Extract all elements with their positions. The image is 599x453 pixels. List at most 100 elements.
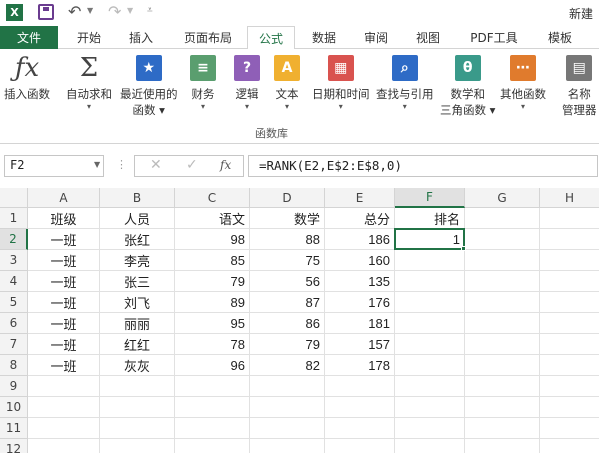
cell-d9[interactable]: [250, 376, 325, 397]
cell-b6[interactable]: 丽丽: [100, 313, 175, 334]
cell-f12[interactable]: [395, 439, 465, 453]
tab-insert[interactable]: 插入: [118, 26, 164, 49]
logical-button[interactable]: ? 逻辑 ▾: [232, 53, 262, 112]
tab-file[interactable]: 文件: [0, 26, 58, 49]
cell-g10[interactable]: [465, 397, 540, 418]
cell-d4[interactable]: 56: [250, 271, 325, 292]
cell-g12[interactable]: [465, 439, 540, 453]
cell-d11[interactable]: [250, 418, 325, 439]
cell-c5[interactable]: 89: [175, 292, 250, 313]
tab-template[interactable]: 模板: [536, 26, 584, 49]
cell-c8[interactable]: 96: [175, 355, 250, 376]
cell-b8[interactable]: 灰灰: [100, 355, 175, 376]
cell-c3[interactable]: 85: [175, 250, 250, 271]
row-header-7[interactable]: 7: [0, 334, 28, 355]
cell-h4[interactable]: [540, 271, 599, 292]
cell-g7[interactable]: [465, 334, 540, 355]
column-header-d[interactable]: D: [250, 188, 325, 208]
cell-b10[interactable]: [100, 397, 175, 418]
recent-button[interactable]: ★ 最近使用的 函数 ▾: [120, 53, 178, 118]
cell-b5[interactable]: 刘飞: [100, 292, 175, 313]
tab-view[interactable]: 视图: [404, 26, 452, 49]
row-header-12[interactable]: 12: [0, 439, 28, 453]
name-manager-button[interactable]: ▤ 名称 管理器: [562, 53, 597, 118]
cell-f8[interactable]: [395, 355, 465, 376]
cell-h7[interactable]: [540, 334, 599, 355]
undo-icon[interactable]: ↶: [68, 2, 81, 21]
cell-a8[interactable]: 一班: [28, 355, 100, 376]
cell-e8[interactable]: 178: [325, 355, 395, 376]
text-button[interactable]: A 文本 ▾: [272, 53, 302, 112]
tab-layout[interactable]: 页面布局: [172, 26, 244, 49]
row-header-8[interactable]: 8: [0, 355, 28, 376]
tab-formulas[interactable]: 公式: [247, 26, 295, 50]
cell-h2[interactable]: [540, 229, 599, 250]
cell-a4[interactable]: 一班: [28, 271, 100, 292]
row-header-4[interactable]: 4: [0, 271, 28, 292]
cell-c6[interactable]: 95: [175, 313, 250, 334]
cell-a12[interactable]: [28, 439, 100, 453]
cancel-icon[interactable]: ✕: [150, 157, 162, 173]
row-header-5[interactable]: 5: [0, 292, 28, 313]
cell-d3[interactable]: 75: [250, 250, 325, 271]
cell-b2[interactable]: 张红: [100, 229, 175, 250]
select-all-corner[interactable]: [0, 188, 28, 208]
cell-h6[interactable]: [540, 313, 599, 334]
row-header-10[interactable]: 10: [0, 397, 28, 418]
column-header-h[interactable]: H: [540, 188, 599, 208]
cell-f11[interactable]: [395, 418, 465, 439]
cell-d6[interactable]: 86: [250, 313, 325, 334]
row-header-3[interactable]: 3: [0, 250, 28, 271]
cell-b12[interactable]: [100, 439, 175, 453]
cell-e1[interactable]: 总分: [325, 208, 395, 229]
customize-quick-access-icon[interactable]: ⩡: [147, 5, 153, 16]
enter-icon[interactable]: ✓: [186, 157, 198, 173]
cell-b4[interactable]: 张三: [100, 271, 175, 292]
cell-f1[interactable]: 排名: [395, 208, 465, 229]
cell-d12[interactable]: [250, 439, 325, 453]
cell-h10[interactable]: [540, 397, 599, 418]
tab-data[interactable]: 数据: [300, 26, 348, 49]
cell-c7[interactable]: 78: [175, 334, 250, 355]
cell-g11[interactable]: [465, 418, 540, 439]
cell-d8[interactable]: 82: [250, 355, 325, 376]
cell-f3[interactable]: [395, 250, 465, 271]
cell-a3[interactable]: 一班: [28, 250, 100, 271]
cell-g6[interactable]: [465, 313, 540, 334]
cell-b1[interactable]: 人员: [100, 208, 175, 229]
cell-e3[interactable]: 160: [325, 250, 395, 271]
row-header-1[interactable]: 1: [0, 208, 28, 229]
cell-h5[interactable]: [540, 292, 599, 313]
cell-e5[interactable]: 176: [325, 292, 395, 313]
cell-c9[interactable]: [175, 376, 250, 397]
cell-e10[interactable]: [325, 397, 395, 418]
redo-dropdown-icon[interactable]: ▼: [127, 6, 133, 15]
cell-f5[interactable]: [395, 292, 465, 313]
cell-c1[interactable]: 语文: [175, 208, 250, 229]
cell-e4[interactable]: 135: [325, 271, 395, 292]
cell-h8[interactable]: [540, 355, 599, 376]
insert-function-icon[interactable]: fx: [220, 158, 231, 172]
cell-c10[interactable]: [175, 397, 250, 418]
cell-d5[interactable]: 87: [250, 292, 325, 313]
cell-a10[interactable]: [28, 397, 100, 418]
math-button[interactable]: θ 数学和 三角函数 ▾: [440, 53, 495, 118]
cell-g4[interactable]: [465, 271, 540, 292]
formula-bar-splitter-icon[interactable]: ⋮: [116, 158, 127, 171]
more-button[interactable]: ⋯ 其他函数 ▾: [500, 53, 546, 112]
cell-h1[interactable]: [540, 208, 599, 229]
redo-icon[interactable]: ↷: [108, 2, 121, 21]
cell-d10[interactable]: [250, 397, 325, 418]
cell-b11[interactable]: [100, 418, 175, 439]
row-header-9[interactable]: 9: [0, 376, 28, 397]
cell-d7[interactable]: 79: [250, 334, 325, 355]
cell-c2[interactable]: 98: [175, 229, 250, 250]
column-header-f[interactable]: F: [395, 188, 465, 208]
cell-g9[interactable]: [465, 376, 540, 397]
cell-a5[interactable]: 一班: [28, 292, 100, 313]
cell-d2[interactable]: 88: [250, 229, 325, 250]
cell-a9[interactable]: [28, 376, 100, 397]
column-header-e[interactable]: E: [325, 188, 395, 208]
datetime-button[interactable]: ▦ 日期和时间 ▾: [312, 53, 370, 112]
cell-c4[interactable]: 79: [175, 271, 250, 292]
